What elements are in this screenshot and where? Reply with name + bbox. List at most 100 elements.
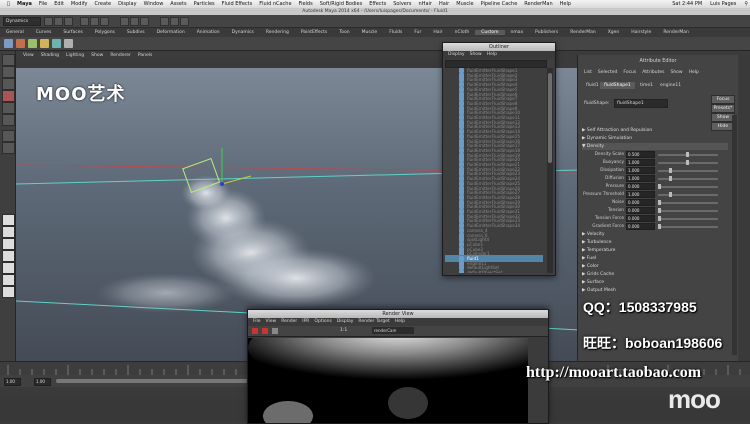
new-scene-icon[interactable] [44,17,53,26]
menu-hair[interactable]: Hair [439,1,449,7]
render-menu-file[interactable]: File [253,318,261,326]
save-scene-icon[interactable] [64,17,73,26]
outliner-menu-display[interactable]: Display [448,51,465,59]
density-prop-slider[interactable] [658,170,718,172]
shelf-tab-renderman-2[interactable]: RenderMan [657,30,695,35]
range-bar[interactable] [56,379,256,383]
shelf-tab-animation[interactable]: Animation [191,30,226,35]
density-prop-slider[interactable] [658,186,718,188]
select-component-icon[interactable] [100,17,109,26]
layout-two-icon[interactable] [2,238,15,250]
menu-create[interactable]: Create [95,1,112,7]
shelf-tab-renderman[interactable]: RenderMan [564,30,602,35]
zoom-ratio[interactable]: 1:1 [340,327,347,335]
shelf-tool-icon[interactable] [28,39,37,48]
move-tool-icon[interactable] [2,90,15,102]
viewport-menu-panels[interactable]: Panels [138,53,152,58]
render-camera-select[interactable]: renderCam [372,327,414,334]
attr-section-header[interactable]: ▶ Surface [582,279,728,286]
menu-effects[interactable]: Effects [369,1,386,7]
shelf-tool-icon[interactable] [52,39,61,48]
slider-handle[interactable] [669,176,672,181]
menu-renderman[interactable]: RenderMan [524,1,552,7]
menu-particles[interactable]: Particles [194,1,215,7]
render-menu-render[interactable]: Render [281,318,297,326]
shelf-tool-icon[interactable] [40,39,49,48]
menu-modify[interactable]: Modify [71,1,88,7]
render-icon[interactable] [160,17,169,26]
render-frame-icon[interactable] [252,328,258,334]
snap-curve-icon[interactable] [130,17,139,26]
attr-section-header[interactable]: ▶ Self Attraction and Repulsion [582,127,728,134]
viewport-menu-renderer[interactable]: Renderer [110,53,131,58]
menu-assets[interactable]: Assets [170,1,186,7]
menu-window[interactable]: Window [144,1,164,7]
shelf-tab-fur[interactable]: Fur [408,30,427,35]
range-start-field[interactable]: 1.00 [4,378,21,386]
menu-fluid-ncache[interactable]: Fluid nCache [259,1,291,7]
menu-help[interactable]: Help [560,1,571,7]
render-view-title[interactable]: Render View [248,310,548,318]
attr-section-header[interactable]: ▼ Density [582,143,728,150]
density-prop-field[interactable]: 1.000 [626,159,655,166]
render-menu-view[interactable]: View [266,318,277,326]
menu-fields[interactable]: Fields [299,1,313,7]
density-prop-field[interactable]: 0.000 [626,215,655,222]
shelf-tab-dynamics[interactable]: Dynamics [226,30,260,35]
render-menu-ipr[interactable]: IPR [302,318,309,326]
render-region-icon[interactable] [262,328,268,334]
render-menu-options[interactable]: Options [314,318,331,326]
layout-four-icon[interactable] [2,226,15,238]
attr-section-header[interactable]: ▶ Output Mesh [582,287,728,294]
attr-section-header[interactable]: ▶ Color [582,263,728,270]
range-end-field[interactable]: 1.00 [34,378,51,386]
slider-handle[interactable] [658,184,661,189]
menu-soft-rigid-bodies[interactable]: Soft/Rigid Bodies [320,1,362,7]
shelf-tab-curves[interactable]: Curves [30,30,58,35]
shelf-tab-subdivs[interactable]: Subdivs [121,30,151,35]
shelf-tab-custom[interactable]: Custom [475,30,505,35]
density-prop-field[interactable]: 1.000 [626,191,655,198]
menu-solvers[interactable]: Solvers [393,1,411,7]
outliner-row[interactable]: defaultObjectSet [445,269,543,273]
render-menu-render-target[interactable]: Render Target [358,318,389,326]
viewport-menu-show[interactable]: Show [91,53,103,58]
user-name[interactable]: Luis Pages [710,1,736,7]
outliner-menu-help[interactable]: Help [487,51,497,59]
density-prop-field[interactable]: 0.000 [626,183,655,190]
shelf-tab-ncloth[interactable]: nCloth [449,30,476,35]
density-prop-field[interactable]: 0.000 [626,199,655,206]
last-tool-icon[interactable] [2,142,15,154]
menu-pipeline-cache[interactable]: Pipeline Cache [481,1,518,7]
density-prop-slider[interactable] [658,202,718,204]
menu-muscle[interactable]: Muscle [456,1,473,7]
snapshot-icon[interactable] [272,328,278,334]
viewport-menu-view[interactable]: View [23,53,34,58]
shelf-tool-icon[interactable] [16,39,25,48]
slider-handle[interactable] [686,160,689,165]
density-prop-field[interactable]: 1.000 [626,175,655,182]
menu-set-select[interactable]: Dynamics [3,17,41,26]
shelf-tab-xgen[interactable]: Xgen [602,30,626,35]
move-manip-x[interactable] [221,175,252,185]
snap-point-icon[interactable] [140,17,149,26]
slider-handle[interactable] [658,208,661,213]
select-hierarchy-icon[interactable] [80,17,89,26]
shelf-tab-hairstyle[interactable]: Hairstyle [625,30,657,35]
slider-handle[interactable] [658,224,661,229]
slider-handle[interactable] [669,192,672,197]
shelf-script-icon[interactable] [4,39,13,48]
shelf-tab-muscle[interactable]: Muscle [356,30,384,35]
shelf-tab-publishers[interactable]: Publishers [529,30,564,35]
ipr-render-icon[interactable] [170,17,179,26]
shelf-tab-hair[interactable]: Hair [427,30,448,35]
shelf-tab-polygons[interactable]: Polygons [89,30,121,35]
search-icon[interactable]: ⚲ [744,1,748,7]
shelf-tool-icon[interactable] [64,39,73,48]
slider-handle[interactable] [658,200,661,205]
density-prop-slider[interactable] [658,194,718,196]
menu-fluid-effects[interactable]: Fluid Effects [222,1,253,7]
shelf-tab-toon[interactable]: Toon [333,30,355,35]
select-object-icon[interactable] [90,17,99,26]
render-settings-icon[interactable] [180,17,189,26]
